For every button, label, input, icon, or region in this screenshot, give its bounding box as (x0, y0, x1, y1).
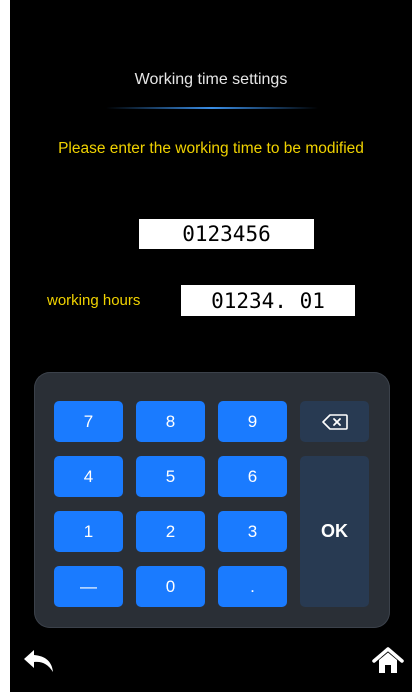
back-arrow-icon (24, 650, 53, 672)
key-5[interactable]: 5 (136, 456, 205, 497)
key-2[interactable]: 2 (136, 511, 205, 552)
key-dot[interactable]: . (218, 566, 287, 607)
screen: Working time settings Please enter the w… (10, 0, 412, 692)
home-button[interactable] (372, 647, 404, 675)
key-3[interactable]: 3 (218, 511, 287, 552)
key-0[interactable]: 0 (136, 566, 205, 607)
back-button[interactable] (22, 647, 56, 675)
key-8[interactable]: 8 (136, 401, 205, 442)
working-hours-input[interactable]: 01234. 01 (181, 285, 355, 316)
home-icon (372, 647, 404, 673)
key-4[interactable]: 4 (54, 456, 123, 497)
key-7[interactable]: 7 (54, 401, 123, 442)
numeric-keypad: 7 8 9 4 5 6 OK 1 2 3 — 0 . (34, 372, 390, 628)
backspace-icon (321, 413, 348, 430)
key-9[interactable]: 9 (218, 401, 287, 442)
key-minus[interactable]: — (54, 566, 123, 607)
key-6[interactable]: 6 (218, 456, 287, 497)
backspace-button[interactable] (300, 401, 369, 442)
id-input[interactable]: 0123456 (139, 219, 314, 249)
ok-button[interactable]: OK (300, 456, 369, 607)
key-1[interactable]: 1 (54, 511, 123, 552)
page-title: Working time settings (134, 71, 288, 88)
instruction-text: Please enter the working time to be modi… (58, 140, 364, 157)
title-divider (106, 107, 318, 109)
working-hours-label: working hours (47, 292, 141, 309)
